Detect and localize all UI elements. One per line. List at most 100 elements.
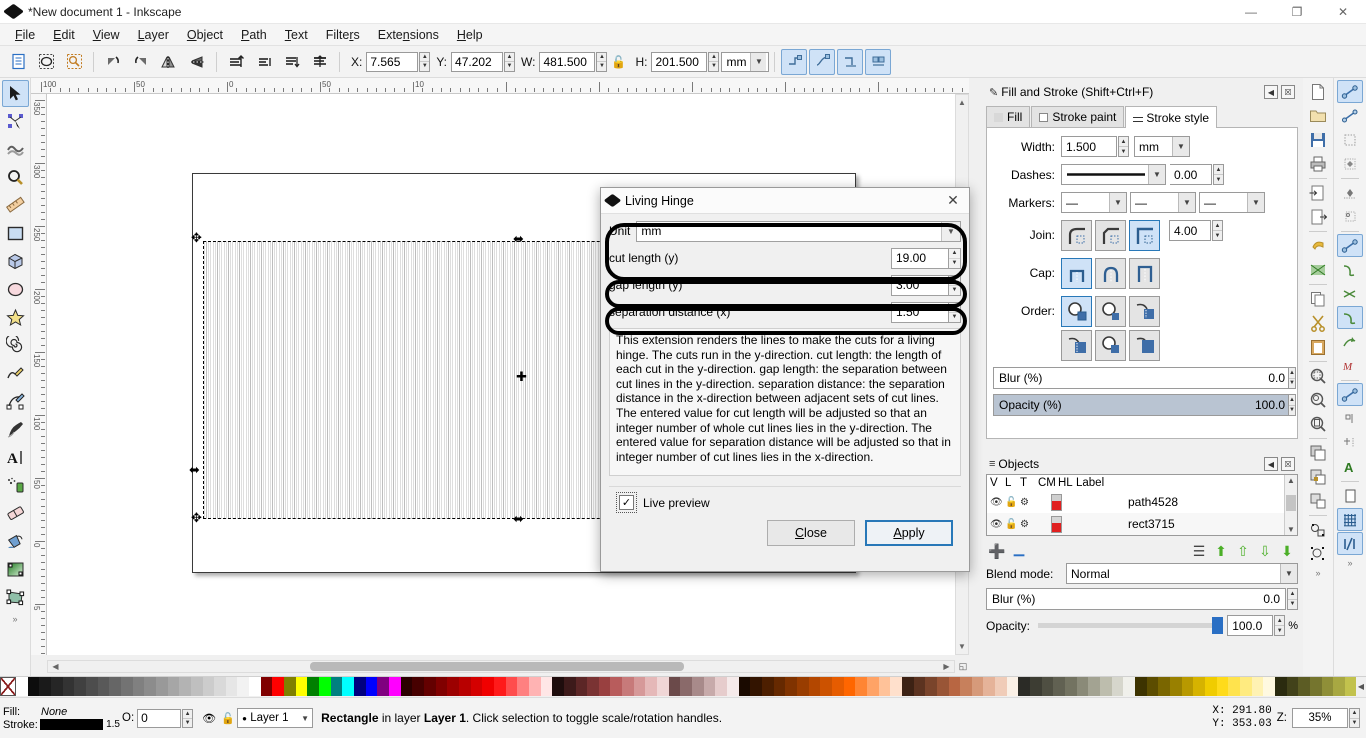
- palette-swatch[interactable]: [1041, 677, 1054, 696]
- palette-swatch[interactable]: [458, 677, 471, 696]
- palette-swatch[interactable]: [622, 677, 634, 696]
- group-icon[interactable]: [1305, 465, 1331, 488]
- selector-tool[interactable]: [1, 80, 29, 107]
- select-all-icon[interactable]: [5, 49, 31, 75]
- round-join-button[interactable]: [1061, 220, 1092, 251]
- miter-join-button[interactable]: [1129, 220, 1160, 251]
- menu-edit[interactable]: Edit: [44, 26, 84, 44]
- eye-icon[interactable]: 👁: [990, 497, 1005, 508]
- palette-swatch[interactable]: [97, 677, 110, 696]
- palette-swatch[interactable]: [377, 677, 389, 696]
- palette-swatch[interactable]: [74, 677, 86, 696]
- xml-editor-icon[interactable]: [1305, 518, 1331, 541]
- palette-none-swatch[interactable]: [0, 677, 16, 696]
- objects-scroll-thumb[interactable]: [1286, 495, 1296, 511]
- snap-bbox-edge-midpoints-icon[interactable]: [1337, 181, 1363, 204]
- palette-swatch[interactable]: [1053, 677, 1066, 696]
- palette-swatch[interactable]: [855, 677, 867, 696]
- palette-swatch[interactable]: [575, 677, 588, 696]
- dash-pattern-select[interactable]: ▼: [1061, 164, 1166, 185]
- palette-swatch[interactable]: [715, 677, 728, 696]
- butt-cap-button[interactable]: [1061, 258, 1092, 289]
- lower-button[interactable]: ⇩: [1254, 541, 1276, 561]
- width-input[interactable]: 481.500: [539, 51, 596, 72]
- order-stroke-markers-fill-button[interactable]: [1061, 330, 1092, 361]
- palette-swatch[interactable]: [1030, 677, 1042, 696]
- palette-swatch[interactable]: [307, 677, 320, 696]
- scroll-down-icon[interactable]: ▼: [956, 640, 968, 653]
- palette-swatch[interactable]: [27, 677, 40, 696]
- menu-layer[interactable]: Layer: [129, 26, 178, 44]
- palette-swatch[interactable]: [120, 677, 133, 696]
- palette-swatch[interactable]: [668, 677, 681, 696]
- snap-object-centers-icon[interactable]: [1337, 407, 1363, 430]
- palette-swatch[interactable]: [1065, 677, 1077, 696]
- zoom-drawing-icon[interactable]: [1305, 388, 1331, 411]
- scroll-up-icon[interactable]: ▲: [1287, 476, 1295, 485]
- palette-swatch[interactable]: [190, 677, 203, 696]
- cut-icon[interactable]: [1305, 311, 1331, 334]
- snap-grids-icon[interactable]: [1337, 508, 1363, 531]
- palette-swatch[interactable]: [913, 677, 926, 696]
- unit-select[interactable]: mm ▼: [636, 220, 961, 242]
- cut-length-stepper[interactable]: ▲ ▼: [949, 247, 961, 269]
- order-stroke-fill-markers-button[interactable]: [1129, 296, 1160, 327]
- rectangle-tool[interactable]: [2, 220, 29, 247]
- menu-extensions[interactable]: Extensions: [369, 26, 448, 44]
- fill-stroke-collapse-button[interactable]: ◀: [1264, 85, 1278, 99]
- palette-swatch[interactable]: [389, 677, 401, 696]
- y-input[interactable]: 47.202: [451, 51, 504, 72]
- blur-bar[interactable]: Blur (%) 0.0: [993, 367, 1291, 389]
- height-stepper[interactable]: ▲ ▼: [708, 51, 720, 72]
- objects-opacity-stepper[interactable]: ▲ ▼: [1274, 615, 1286, 636]
- paint-bucket-tool[interactable]: [2, 528, 29, 555]
- objects-blur-bar[interactable]: Blur (%) 0.0: [986, 588, 1286, 610]
- snap-others-icon[interactable]: [1337, 383, 1363, 406]
- object-label[interactable]: path4528: [1074, 495, 1178, 509]
- round-cap-button[interactable]: [1095, 258, 1126, 289]
- preferences-icon[interactable]: [1305, 542, 1331, 565]
- opacity-slider[interactable]: [1038, 617, 1224, 634]
- unit-select[interactable]: mm ▼: [721, 51, 770, 72]
- menu-filters[interactable]: Filters: [317, 26, 369, 44]
- bevel-join-button[interactable]: [1095, 220, 1126, 251]
- order-markers-stroke-fill-button[interactable]: [1129, 330, 1160, 361]
- toolbox-overflow[interactable]: »: [12, 614, 17, 624]
- snap-paths-icon[interactable]: [1337, 258, 1363, 281]
- zoom-selection-icon[interactable]: [1305, 364, 1331, 387]
- rotate-90-ccw-icon[interactable]: [100, 49, 126, 75]
- separation-distance-input[interactable]: 1.50: [891, 301, 949, 323]
- palette-swatch[interactable]: [727, 677, 739, 696]
- palette-swatch[interactable]: [202, 677, 215, 696]
- unlock-icon[interactable]: 🔓: [1005, 497, 1020, 508]
- separation-distance-stepper[interactable]: ▲ ▼: [949, 301, 961, 323]
- palette-swatch[interactable]: [948, 677, 961, 696]
- dash-offset-input[interactable]: 0.00: [1170, 164, 1212, 185]
- measure-tool[interactable]: [2, 192, 29, 219]
- lower-icon[interactable]: [279, 49, 305, 75]
- objects-opacity-input[interactable]: 100.0: [1227, 615, 1274, 636]
- palette-swatch[interactable]: [1123, 677, 1135, 696]
- snap-text-baseline-icon[interactable]: A: [1337, 455, 1363, 478]
- fill-stroke-close-button[interactable]: ☒: [1281, 85, 1295, 99]
- palette-swatch[interactable]: [1135, 677, 1147, 696]
- unlock-icon[interactable]: 🔓: [1005, 519, 1020, 530]
- palette-swatch[interactable]: [738, 677, 751, 696]
- palette-swatch[interactable]: [692, 677, 704, 696]
- palette-swatch[interactable]: [319, 677, 331, 696]
- palette-swatch[interactable]: [808, 677, 821, 696]
- palette-swatch[interactable]: [878, 677, 891, 696]
- snap-path-intersections-icon[interactable]: [1337, 282, 1363, 305]
- menu-help[interactable]: Help: [448, 26, 492, 44]
- rotate-90-cw-icon[interactable]: [128, 49, 154, 75]
- palette-swatch[interactable]: [960, 677, 972, 696]
- x-input[interactable]: 7.565: [366, 51, 419, 72]
- raise-icon[interactable]: [251, 49, 277, 75]
- palette-swatch[interactable]: [1216, 677, 1229, 696]
- close-button[interactable]: Close: [767, 520, 855, 546]
- object-type-icon[interactable]: ⚙: [1020, 497, 1038, 508]
- palette-swatch[interactable]: [225, 677, 238, 696]
- node-tool[interactable]: [2, 108, 29, 135]
- palette-swatch[interactable]: [16, 677, 28, 696]
- width-stepper[interactable]: ▲ ▼: [596, 51, 608, 72]
